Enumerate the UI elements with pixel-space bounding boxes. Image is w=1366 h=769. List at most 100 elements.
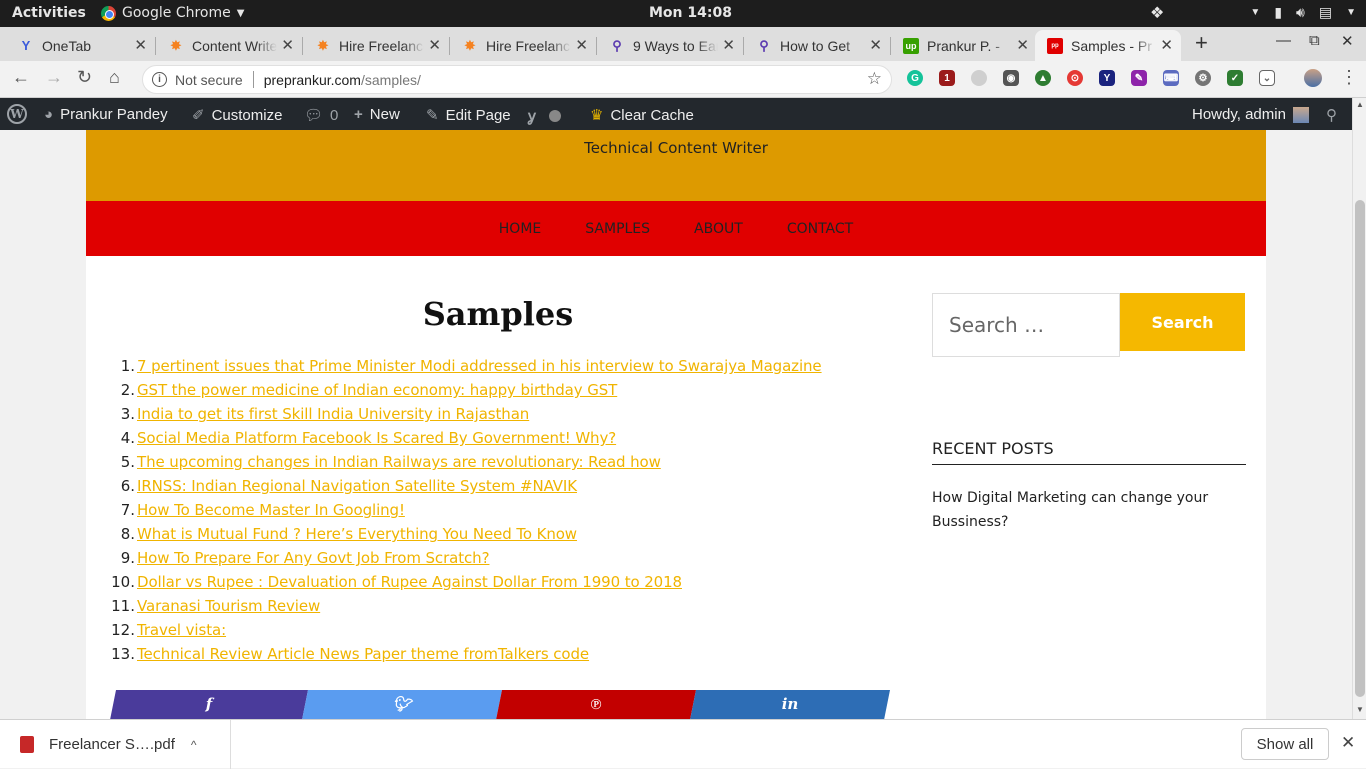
sample-link[interactable]: Technical Review Article News Paper them… (137, 643, 589, 667)
tab-onetab[interactable]: Y OneTab ✕ (0, 30, 155, 61)
scroll-down-icon[interactable]: ▼ (1356, 705, 1364, 714)
sample-link[interactable]: Social Media Platform Facebook Is Scared… (137, 427, 616, 451)
close-tab-icon[interactable]: ✕ (281, 36, 294, 54)
sample-link[interactable]: Dollar vs Rupee : Devaluation of Rupee A… (137, 571, 682, 595)
sample-link[interactable]: Travel vista: (137, 619, 226, 643)
back-icon[interactable]: ← (12, 67, 30, 88)
wordpress-logo-icon[interactable]: W (7, 104, 27, 124)
close-tab-icon[interactable]: ✕ (869, 36, 882, 54)
close-tab-icon[interactable]: ✕ (1016, 36, 1029, 54)
scroll-up-icon[interactable]: ▲ (1356, 100, 1364, 109)
keyboard-icon[interactable]: ⌨ (1163, 70, 1179, 86)
yoast-icon[interactable]: Y (1099, 70, 1115, 86)
profile-avatar[interactable] (1304, 69, 1322, 87)
tab-hire-freelancers-1[interactable]: ✸ Hire Freelancers ✕ (297, 30, 449, 61)
show-all-button[interactable]: Show all (1241, 728, 1329, 760)
sample-link[interactable]: IRNSS: Indian Regional Navigation Satell… (137, 475, 577, 499)
admin-account[interactable]: Howdy, admin (1192, 106, 1309, 123)
location-pin-icon[interactable]: ◉ (1003, 70, 1019, 86)
pencil-icon: ✎ (426, 107, 439, 124)
app-menu[interactable]: Google Chrome ▼ (101, 5, 244, 21)
admin-customize[interactable]: ✐ Customize (192, 106, 282, 125)
pocket-icon[interactable]: ⌄ (1259, 70, 1275, 86)
close-tab-icon[interactable]: ✕ (722, 36, 735, 54)
tab-content-writer[interactable]: ✸ Content Writer ✕ (150, 30, 302, 61)
tab-hire-freelancers-2[interactable]: ✸ Hire Freelancers ✕ (444, 30, 596, 61)
admin-edit-page[interactable]: ✎ Edit Page (426, 106, 511, 125)
close-tab-icon[interactable]: ✕ (134, 36, 147, 54)
dropbox-icon[interactable]: ❖ (1150, 3, 1164, 23)
chrome-menu-icon[interactable]: ⋮ (1340, 67, 1358, 88)
tab-samples[interactable]: pp Samples - Pr ✕ (1035, 30, 1181, 61)
clock[interactable]: Mon 14:08 (649, 5, 732, 21)
volume-icon[interactable]: 🔊︎ (1296, 4, 1305, 21)
home-icon[interactable]: ⌂ (109, 67, 120, 88)
activities-button[interactable]: Activities (12, 5, 86, 21)
sample-number: 11. (111, 597, 135, 615)
sample-number: 2. (120, 381, 135, 399)
share-facebook-button[interactable]: f (110, 690, 308, 719)
close-tab-icon[interactable]: ✕ (575, 36, 588, 54)
scrollbar-thumb[interactable] (1355, 200, 1365, 697)
page-scrollbar[interactable]: ▲ ▼ (1352, 98, 1366, 719)
forward-icon[interactable]: → (45, 67, 63, 88)
search-button[interactable]: Search (1120, 293, 1245, 351)
sample-item: 13. Technical Review Article News Paper t… (108, 643, 888, 667)
admin-new[interactable]: + New (354, 106, 400, 123)
sample-link[interactable]: What is Mutual Fund ? Here’s Everything … (137, 523, 577, 547)
admin-comments[interactable]: 💬︎ 0 (304, 106, 338, 125)
minimize-icon[interactable]: — (1276, 32, 1291, 49)
extension-icon[interactable] (971, 70, 987, 86)
nav-contact[interactable]: CONTACT (787, 221, 853, 237)
bookmark-star-icon[interactable]: ☆ (867, 69, 882, 89)
restore-icon[interactable]: ⧉ (1309, 32, 1320, 49)
security-label[interactable]: Not secure (175, 72, 243, 88)
share-pinterest-button[interactable]: ℗ (496, 690, 696, 719)
tab-how-to-get[interactable]: ⚲ How to Get ✕ (738, 30, 890, 61)
address-bar[interactable]: i Not secure preprankur.com/samples/ ☆ (142, 65, 892, 94)
sample-link[interactable]: How To Prepare For Any Govt Job From Scr… (137, 547, 490, 571)
close-tab-icon[interactable]: ✕ (1160, 36, 1173, 54)
new-tab-button[interactable]: + (1195, 30, 1208, 56)
close-shelf-icon[interactable]: ✕ (1341, 733, 1355, 753)
network-icon[interactable]: ▮ (1274, 4, 1282, 21)
tab-prankur-upwork[interactable]: up Prankur P. - ✕ (885, 30, 1037, 61)
nav-home[interactable]: HOME (499, 221, 541, 237)
tab-9-ways[interactable]: ⚲ 9 Ways to Earn ✕ (591, 30, 743, 61)
share-linkedin-button[interactable]: in (690, 690, 890, 719)
share-twitter-button[interactable]: 🐦︎ (302, 690, 502, 719)
pen-icon[interactable]: ✎ (1131, 70, 1147, 86)
upwork-icon: up (903, 37, 919, 54)
admin-search-icon[interactable]: ⚲ (1326, 106, 1337, 124)
nav-samples[interactable]: SAMPLES (585, 221, 650, 237)
close-tab-icon[interactable]: ✕ (428, 36, 441, 54)
search-input[interactable]: Search … (932, 293, 1120, 357)
admin-yoast[interactable]: ỿ (528, 106, 561, 126)
settings-gear-icon[interactable]: ⚙ (1195, 70, 1211, 86)
sample-link[interactable]: GST the power medicine of Indian economy… (137, 379, 617, 403)
ublock-icon[interactable]: 1 (939, 70, 955, 86)
shield-icon[interactable]: ⊙ (1067, 70, 1083, 86)
sample-link[interactable]: 7 pertinent issues that Prime Minister M… (137, 355, 822, 379)
admin-site-name[interactable]: ◕ Prankur Pandey (44, 106, 168, 123)
checklist-icon[interactable]: ✓ (1227, 70, 1243, 86)
power-menu-caret-icon[interactable]: ▼ (1346, 4, 1356, 21)
sample-link[interactable]: Varanasi Tourism Review (137, 595, 320, 619)
feedly-icon[interactable]: ▲ (1035, 70, 1051, 86)
close-window-icon[interactable]: ✕ (1341, 32, 1354, 50)
tray-caret-icon[interactable]: ▼ (1250, 4, 1260, 21)
system-tray[interactable]: ▼ ▮ 🔊︎ ▤ ▼ (1250, 4, 1356, 21)
sample-link[interactable]: How To Become Master In Googling! (137, 499, 405, 523)
download-item[interactable]: Freelancer S….pdf ^ (0, 720, 231, 769)
grammarly-icon[interactable]: G (907, 70, 923, 86)
reload-icon[interactable]: ↻ (77, 67, 92, 88)
admin-clear-cache[interactable]: ♛ Clear Cache (590, 106, 694, 125)
clipboard-icon[interactable]: ▤ (1319, 4, 1332, 21)
chevron-up-icon[interactable]: ^ (191, 738, 197, 752)
nav-about[interactable]: ABOUT (694, 221, 743, 237)
recent-post-link[interactable]: How Digital Marketing can change your Bu… (932, 486, 1232, 534)
info-icon[interactable]: i (152, 72, 167, 87)
sample-link[interactable]: India to get its first Skill India Unive… (137, 403, 529, 427)
sample-item: 9. How To Prepare For Any Govt Job From S… (108, 547, 888, 571)
sample-link[interactable]: The upcoming changes in Indian Railways … (137, 451, 661, 475)
